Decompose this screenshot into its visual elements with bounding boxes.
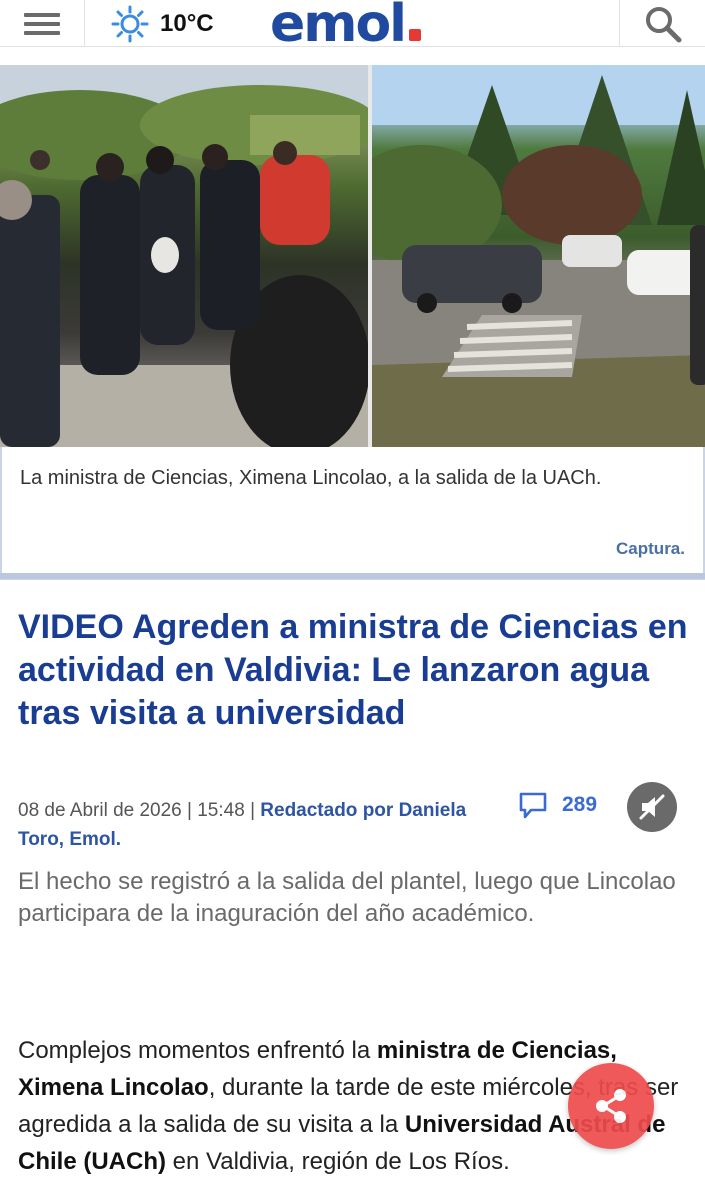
comments-count: 289: [562, 793, 598, 816]
image-caption: La ministra de Ciencias, Ximena Lincolao…: [20, 467, 602, 489]
mute-button[interactable]: [627, 782, 677, 832]
speaker-off-icon: [639, 794, 665, 820]
comment-icon: [519, 792, 547, 819]
comments-link[interactable]: 289: [518, 790, 597, 820]
site-header: 10°C emol: [0, 0, 705, 54]
article-title: VIDEO Agreden a ministra de Ciencias en …: [18, 608, 688, 732]
share-icon: [596, 1089, 626, 1123]
image-panel-street: [372, 65, 705, 447]
sun-icon: [111, 5, 149, 43]
body-segment: en Valdivia, región de Los Ríos.: [165, 1148, 510, 1175]
body-segment: Complejos momentos enfrentó la: [18, 1037, 377, 1064]
image-panel-crowd: [0, 65, 368, 447]
search-icon: [645, 6, 681, 42]
share-button[interactable]: [568, 1063, 654, 1149]
article-meta: 08 de Abril de 2026 | 15:48 | Redactado …: [18, 796, 488, 854]
image-caption-box: La ministra de Ciencias, Ximena Lincolao…: [0, 447, 705, 580]
image-credit: Captura.: [616, 539, 685, 558]
article-lead: El hecho se registró a la salida del pla…: [18, 868, 676, 927]
article-image[interactable]: [0, 65, 705, 447]
temperature: 10°C: [160, 10, 214, 37]
logo-text: emol: [270, 0, 407, 54]
menu-icon: [24, 8, 60, 40]
caption-border: [0, 573, 705, 579]
logo-dot: [409, 28, 421, 41]
emol-logo[interactable]: emol: [270, 0, 421, 54]
search-button[interactable]: [619, 0, 705, 47]
weather-widget[interactable]: 10°C: [110, 5, 214, 43]
menu-button[interactable]: [0, 0, 85, 47]
publish-date: 08 de Abril de 2026 | 15:48 |: [18, 800, 261, 821]
